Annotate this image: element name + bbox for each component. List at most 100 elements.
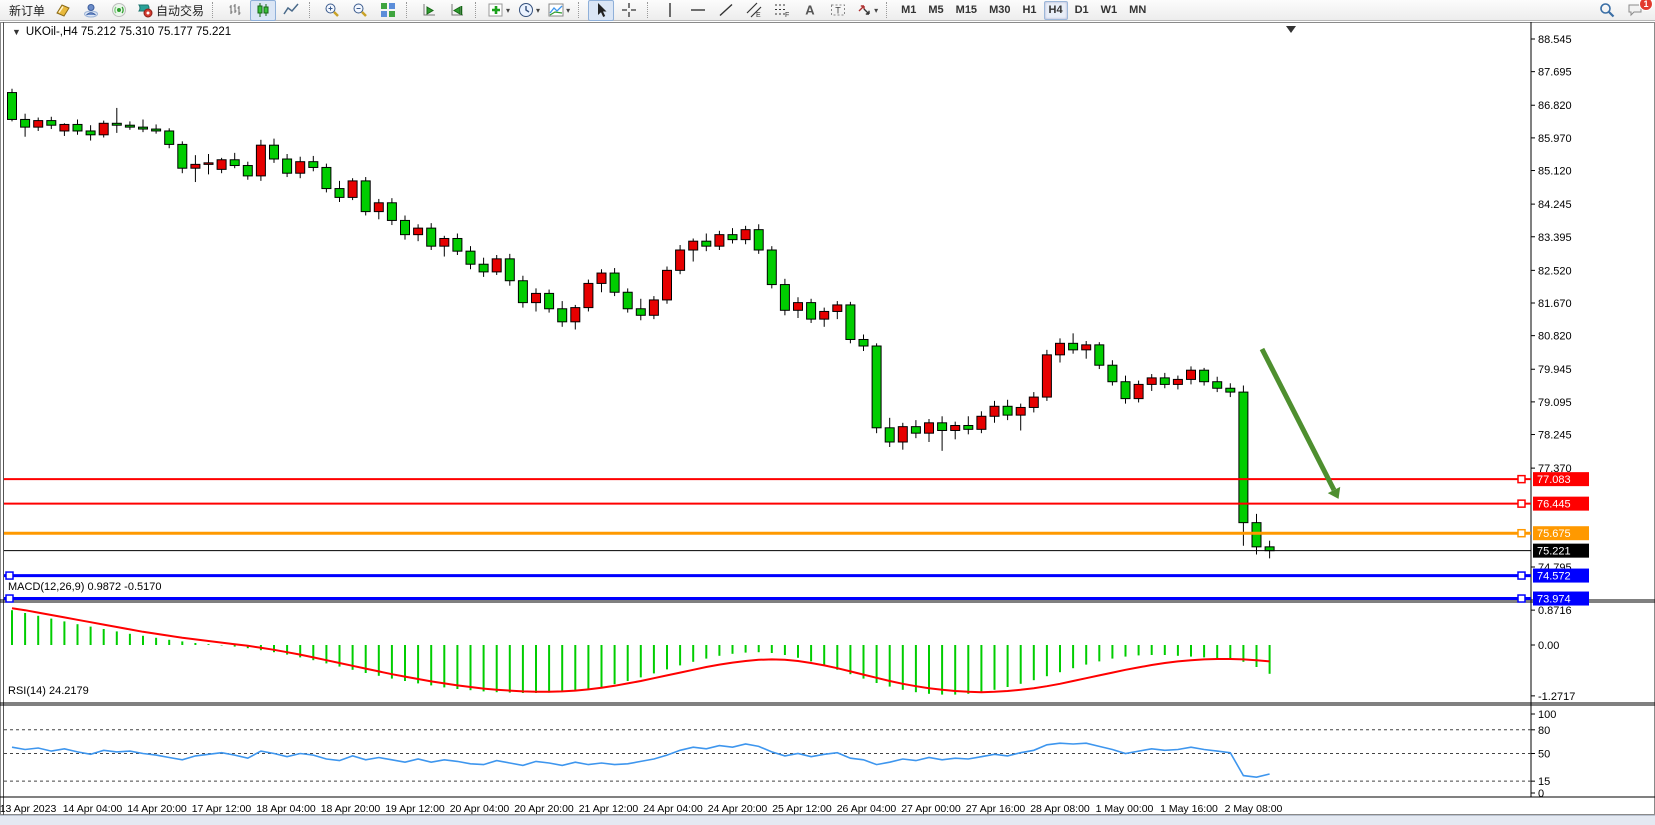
zoom-out-button[interactable]	[347, 0, 373, 21]
timeframe-m1-button[interactable]: M1	[896, 1, 921, 20]
timeframe-mn-button[interactable]: MN	[1124, 1, 1151, 20]
broadcast-button[interactable]	[106, 0, 132, 21]
clock-icon	[518, 2, 534, 18]
periods-button[interactable]: ▾	[515, 0, 543, 21]
chart-canvas[interactable]: 88.54587.69586.82085.97085.12084.24583.3…	[0, 22, 1655, 815]
timeframe-h1-button[interactable]: H1	[1017, 1, 1041, 20]
candle	[1187, 370, 1196, 379]
candle	[663, 270, 672, 300]
timeframe-m30-button[interactable]: M30	[984, 1, 1015, 20]
toolbar-separator	[309, 2, 315, 18]
candle	[597, 273, 606, 283]
chart-shift-marker[interactable]	[1286, 26, 1296, 33]
candle	[401, 220, 410, 234]
timeframe-m15-button[interactable]: M15	[951, 1, 982, 20]
dropdown-caret-icon[interactable]: ▾	[536, 6, 540, 15]
macd-tick-label: 0.8716	[1538, 605, 1572, 617]
cursor-button[interactable]	[588, 0, 614, 21]
candle	[689, 241, 698, 250]
candle	[1147, 378, 1156, 385]
arrows-icon	[856, 2, 872, 18]
timeframe-d1-button[interactable]: D1	[1070, 1, 1094, 20]
fibonacci-button[interactable]: F	[769, 0, 795, 21]
timeframe-h4-button[interactable]: H4	[1044, 1, 1068, 20]
level-handle[interactable]	[1518, 500, 1525, 507]
candlestick-chart-button[interactable]	[250, 0, 276, 21]
template-icon	[548, 2, 564, 18]
dropdown-caret-icon[interactable]: ▾	[506, 6, 510, 15]
autotrading-button[interactable]: 自动交易	[134, 0, 207, 21]
toolbar-right-group: 1	[1593, 0, 1655, 21]
line-chart-button[interactable]	[278, 0, 304, 21]
candle	[453, 238, 462, 251]
candle	[217, 160, 226, 170]
horizontal-line-button[interactable]	[685, 0, 711, 21]
cursor-icon	[593, 2, 609, 18]
chart-title-text: UKOil-,H4 75.212 75.310 75.177 75.221	[26, 26, 231, 38]
charts-button[interactable]	[50, 0, 76, 21]
macd-tick-label: 0.00	[1538, 640, 1559, 652]
candle	[112, 123, 121, 125]
tile-windows-button[interactable]	[375, 0, 401, 21]
notifications-button[interactable]: 1	[1622, 0, 1648, 21]
time-axis-label: 20 Apr 04:00	[450, 803, 510, 815]
level-handle[interactable]	[1518, 530, 1525, 537]
svg-text:A: A	[805, 3, 815, 18]
time-axis-label: 26 Apr 04:00	[837, 803, 897, 815]
vertical-line-button[interactable]	[657, 0, 683, 21]
bar-chart-button[interactable]	[222, 0, 248, 21]
candle	[479, 264, 488, 272]
dropdown-caret-icon[interactable]: ▾	[566, 6, 570, 15]
trendline-button[interactable]	[713, 0, 739, 21]
zoom-in-button[interactable]	[319, 0, 345, 21]
level-handle[interactable]	[1518, 476, 1525, 483]
level-handle[interactable]	[6, 572, 13, 579]
level-handle[interactable]	[1518, 595, 1525, 602]
candle	[1173, 379, 1182, 384]
dropdown-caret-icon[interactable]: ▾	[874, 6, 878, 15]
level-handle[interactable]	[1518, 572, 1525, 579]
price-badge-label: 73.974	[1537, 594, 1571, 606]
search-icon	[1599, 2, 1615, 18]
templates-button[interactable]: ▾	[545, 0, 573, 21]
label-button[interactable]: T	[825, 0, 851, 21]
profile-button[interactable]	[78, 0, 104, 21]
candle	[833, 305, 842, 312]
price-badge-label: 75.221	[1537, 546, 1571, 558]
candle	[466, 251, 475, 264]
arrows-button[interactable]: ▾	[853, 0, 881, 21]
candle	[60, 124, 69, 131]
toolbar-separator	[406, 2, 412, 18]
channel-button[interactable]: E	[741, 0, 767, 21]
candle	[387, 203, 396, 221]
rsi-tick-label: 15	[1538, 776, 1550, 788]
price-badge-label: 75.675	[1537, 528, 1571, 540]
text-button[interactable]: A	[797, 0, 823, 21]
candle	[938, 423, 947, 431]
toolbar-separator	[647, 2, 653, 18]
crosshair-button[interactable]	[616, 0, 642, 21]
trend-arrow-annotation[interactable]	[1262, 349, 1334, 490]
chart-shift-button[interactable]	[444, 0, 470, 21]
candle	[152, 129, 161, 131]
indicators-button[interactable]: ▾	[485, 0, 513, 21]
price-tick-label: 79.095	[1538, 397, 1572, 409]
price-tick-label: 78.245	[1538, 430, 1572, 442]
collapse-icon[interactable]: ▼	[12, 27, 21, 37]
timeframe-w1-button[interactable]: W1	[1096, 1, 1123, 20]
auto-scroll-button[interactable]	[416, 0, 442, 21]
level-handle[interactable]	[6, 595, 13, 602]
rsi-tick-label: 50	[1538, 749, 1550, 761]
candle	[767, 250, 776, 285]
time-axis-label: 24 Apr 04:00	[643, 803, 703, 815]
candle	[584, 283, 593, 307]
candle	[951, 425, 960, 430]
trendline-icon	[718, 2, 734, 18]
new-order-button[interactable]: 新订单	[3, 0, 48, 21]
chart-window[interactable]: 88.54587.69586.82085.97085.12084.24583.3…	[0, 22, 1655, 815]
candle	[702, 241, 711, 246]
candle	[898, 427, 907, 442]
candle	[623, 292, 632, 309]
search-button[interactable]	[1594, 0, 1620, 21]
timeframe-m5-button[interactable]: M5	[923, 1, 948, 20]
